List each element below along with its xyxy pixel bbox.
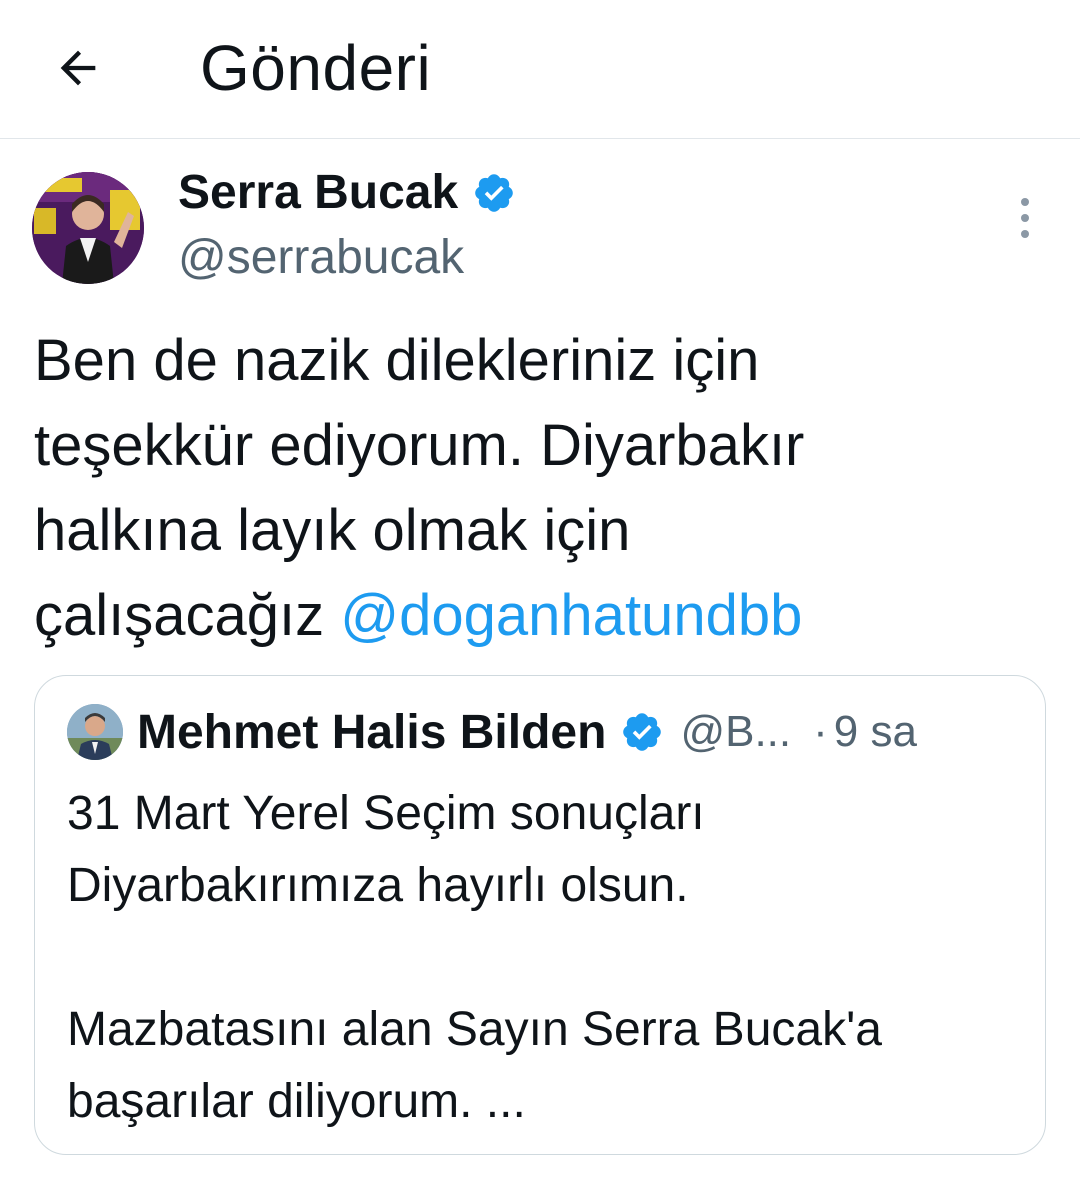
back-button[interactable] xyxy=(40,30,116,106)
quoted-text-line: Diyarbakırımıza hayırlı olsun. xyxy=(67,859,689,912)
verified-badge-icon xyxy=(620,710,664,754)
top-app-bar: Gönderi xyxy=(0,0,1080,139)
quoted-author-avatar xyxy=(67,704,123,760)
tweet-text-line: Ben de nazik dilekleriniz için xyxy=(34,328,760,393)
avatar-photo xyxy=(32,172,144,284)
tweet-text-line: teşekkür ediyorum. Diyarbakır xyxy=(34,413,805,478)
avatar-photo xyxy=(67,704,123,760)
quoted-text-line: Mazbatasını alan Sayın Serra Bucak'a xyxy=(67,1003,882,1056)
author-avatar[interactable] xyxy=(32,172,144,284)
quoted-timestamp: 9 sa xyxy=(833,707,917,756)
author-name[interactable]: Serra Bucak xyxy=(178,165,458,221)
quoted-author-handle: @B... xyxy=(680,707,792,756)
author-handle[interactable]: @serrabucak xyxy=(178,230,464,286)
mention-link[interactable]: @doganhatundbb xyxy=(340,583,802,648)
quoted-text-line: başarılar diliyorum. ... xyxy=(67,1075,526,1128)
quoted-tweet-text: 31 Mart Yerel Seçim sonuçları Diyarbakır… xyxy=(67,778,1017,1138)
quoted-tweet-header: Mehmet Halis Bilden @B... · 9 sa xyxy=(137,700,1015,764)
author-name-row[interactable]: Serra Bucak xyxy=(178,165,516,221)
tweet-text-segment: çalışacağız xyxy=(34,583,341,648)
quoted-author-name: Mehmet Halis Bilden xyxy=(137,705,607,759)
tweet-text: Ben de nazik dilekleriniz için teşekkür … xyxy=(34,318,1054,658)
more-vertical-icon xyxy=(1021,198,1029,238)
more-options-button[interactable] xyxy=(1000,190,1050,246)
quoted-tweet-card[interactable]: Mehmet Halis Bilden @B... · 9 sa 31 Mart… xyxy=(34,675,1046,1155)
verified-badge-icon xyxy=(472,171,516,215)
quoted-text-line: 31 Mart Yerel Seçim sonuçları xyxy=(67,787,705,840)
tweet-text-line: halkına layık olmak için xyxy=(34,498,631,563)
arrow-left-icon xyxy=(60,50,96,86)
tweet-text-line-with-mention: çalışacağız @doganhatundbb xyxy=(34,573,1054,658)
dot-separator: · xyxy=(813,707,828,756)
page-title: Gönderi xyxy=(200,32,432,104)
